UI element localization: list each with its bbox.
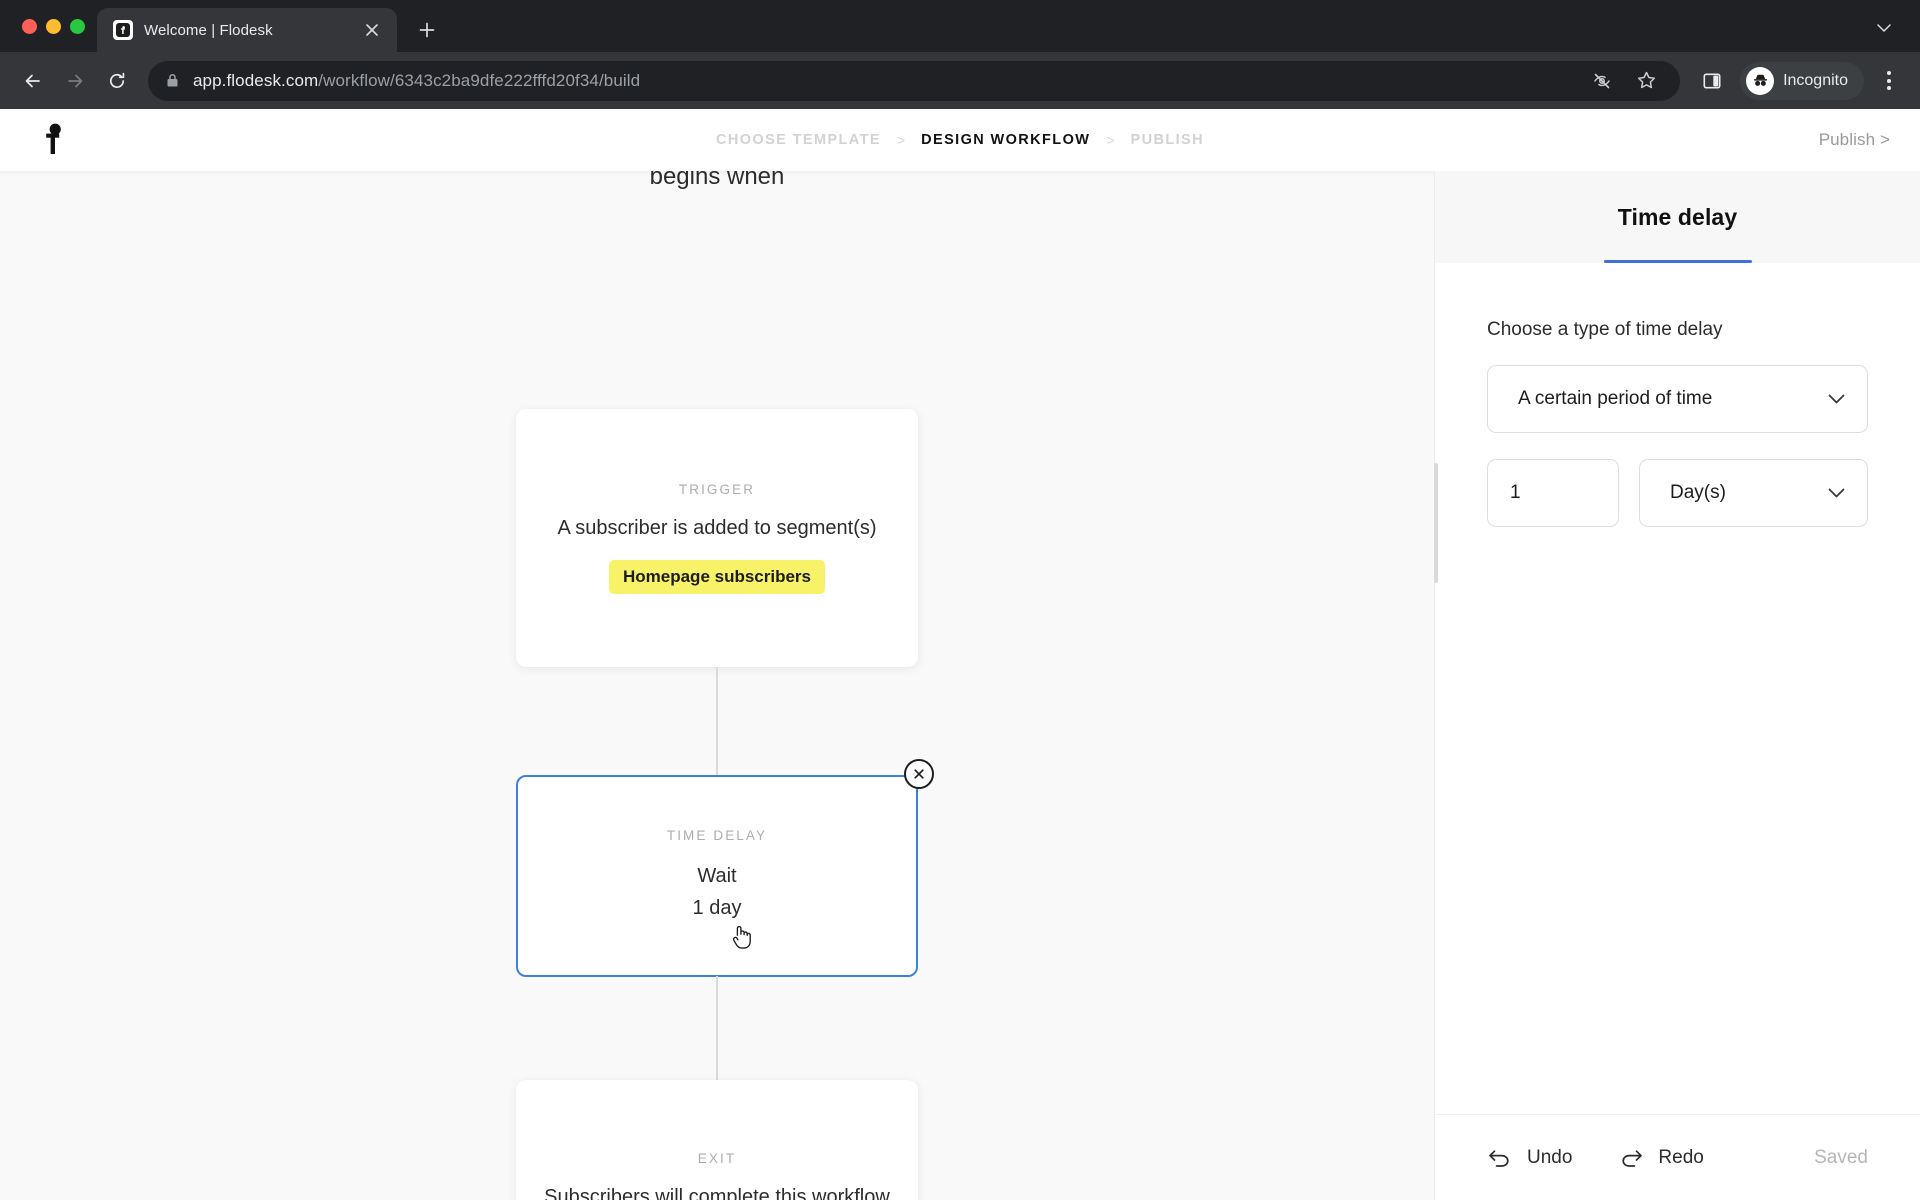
back-arrow-icon[interactable] [14,62,52,100]
chevron-down-icon [1828,488,1845,499]
close-tab-button[interactable] [359,17,385,43]
incognito-profile-button[interactable]: Incognito [1740,61,1864,100]
redo-label: Redo [1658,1146,1704,1168]
star-icon[interactable] [1628,63,1664,99]
save-status-label: Saved [1814,1146,1868,1168]
flodesk-logo[interactable] [30,121,76,159]
page-content: CHOOSE TEMPLATE > DESIGN WORKFLOW > PUBL… [0,109,1920,1200]
forward-arrow-icon[interactable] [56,62,94,100]
tab-list-chevron-down-icon[interactable] [1870,14,1898,42]
breadcrumb-separator: > [1106,132,1115,148]
workflow-canvas-inner: begins when TRIGGER A subscriber is adde… [0,171,1434,1200]
incognito-icon [1746,66,1775,95]
browser-tab-title: Welcome | Flodesk [144,21,273,39]
close-circle-icon[interactable] [904,759,934,789]
breadcrumb: CHOOSE TEMPLATE > DESIGN WORKFLOW > PUBL… [0,132,1920,148]
undo-arrow-icon [1487,1148,1513,1168]
breadcrumb-design-workflow[interactable]: DESIGN WORKFLOW [921,132,1090,148]
workflow-connector [716,667,718,777]
node-description: Subscribers will complete this workflow [544,1186,890,1200]
active-tab-indicator [1603,259,1752,263]
node-wait-duration: 1 day [692,896,742,919]
segment-badge[interactable]: Homepage subscribers [608,559,825,594]
address-bar-actions [1584,63,1664,99]
panel-footer: Undo Redo Saved [1435,1114,1920,1200]
app-header: CHOOSE TEMPLATE > DESIGN WORKFLOW > PUBL… [0,109,1920,171]
workspace: begins when TRIGGER A subscriber is adde… [0,171,1920,1200]
address-bar-url: app.flodesk.com/workflow/6343c2ba9dfe222… [193,71,640,91]
time-delay-panel: Time delay Choose a type of time delay A… [1434,171,1920,1200]
delay-type-label: Choose a type of time delay [1487,319,1723,340]
panel-body: Choose a type of time delay A certain pe… [1435,263,1920,1114]
delay-type-value: A certain period of time [1518,388,1713,409]
maximize-window-button[interactable] [70,18,85,34]
redo-arrow-icon [1618,1148,1644,1168]
node-kind-label: TIME DELAY [666,827,768,843]
pointer-hand-cursor [730,923,754,956]
panel-header: Time delay [1435,171,1920,263]
reload-icon[interactable] [98,62,136,100]
panel-scrollbar[interactable] [1434,463,1438,583]
workflow-node-trigger[interactable]: TRIGGER A subscriber is added to segment… [516,409,918,667]
breadcrumb-choose-template[interactable]: CHOOSE TEMPLATE [716,132,881,148]
minimize-window-button[interactable] [46,18,61,34]
node-kind-label: TRIGGER [678,482,756,498]
incognito-label: Incognito [1783,71,1848,89]
node-kind-label: EXIT [697,1151,737,1167]
duration-row: 1 Day(s) [1487,459,1868,527]
workflow-node-time-delay[interactable]: TIME DELAY Wait 1 day [516,759,934,977]
breadcrumb-publish[interactable]: PUBLISH [1131,132,1204,148]
browser-tab-strip: Welcome | Flodesk [0,0,1920,52]
workflow-node-exit[interactable]: EXIT Subscribers will complete this work… [516,1080,918,1200]
window-traffic-lights [14,0,97,52]
undo-button[interactable]: Undo [1487,1147,1572,1169]
panel-title: Time delay [1617,203,1738,230]
url-path: /workflow/6343c2ba9dfe222fffd20f34/build [318,70,641,90]
address-bar[interactable]: app.flodesk.com/workflow/6343c2ba9dfe222… [148,60,1681,101]
browser-tab[interactable]: Welcome | Flodesk [97,8,397,52]
undo-label: Undo [1527,1146,1573,1168]
breadcrumb-separator: > [896,132,906,148]
node-description: A subscriber is added to segment(s) [557,517,877,540]
browser-window: Welcome | Flodesk app.flodesk.com/workfl [0,0,1920,1200]
chevron-down-icon [1828,394,1845,405]
browser-toolbar: app.flodesk.com/workflow/6343c2ba9dfe222… [0,52,1920,109]
kebab-menu-icon[interactable] [1872,62,1906,100]
new-tab-button[interactable] [409,12,445,48]
delay-type-select[interactable]: A certain period of time [1487,365,1868,433]
side-panel-icon[interactable] [1694,63,1730,99]
delay-unit-select[interactable]: Day(s) [1639,459,1868,527]
close-window-button[interactable] [22,18,37,34]
flodesk-favicon-icon [113,20,133,40]
lock-icon [166,73,179,88]
workflow-connector [716,976,718,1081]
workflow-canvas[interactable]: begins when TRIGGER A subscriber is adde… [0,171,1434,1200]
redo-button[interactable]: Redo [1618,1146,1704,1169]
node-wait-label: Wait [697,864,737,887]
publish-link[interactable]: Publish > [1819,130,1890,150]
delay-amount-input[interactable]: 1 [1487,459,1619,527]
delay-unit-value: Day(s) [1670,482,1726,503]
canvas-intro-text: begins when [649,171,785,190]
url-domain: app.flodesk.com [193,70,319,90]
eye-off-icon[interactable] [1584,63,1620,99]
